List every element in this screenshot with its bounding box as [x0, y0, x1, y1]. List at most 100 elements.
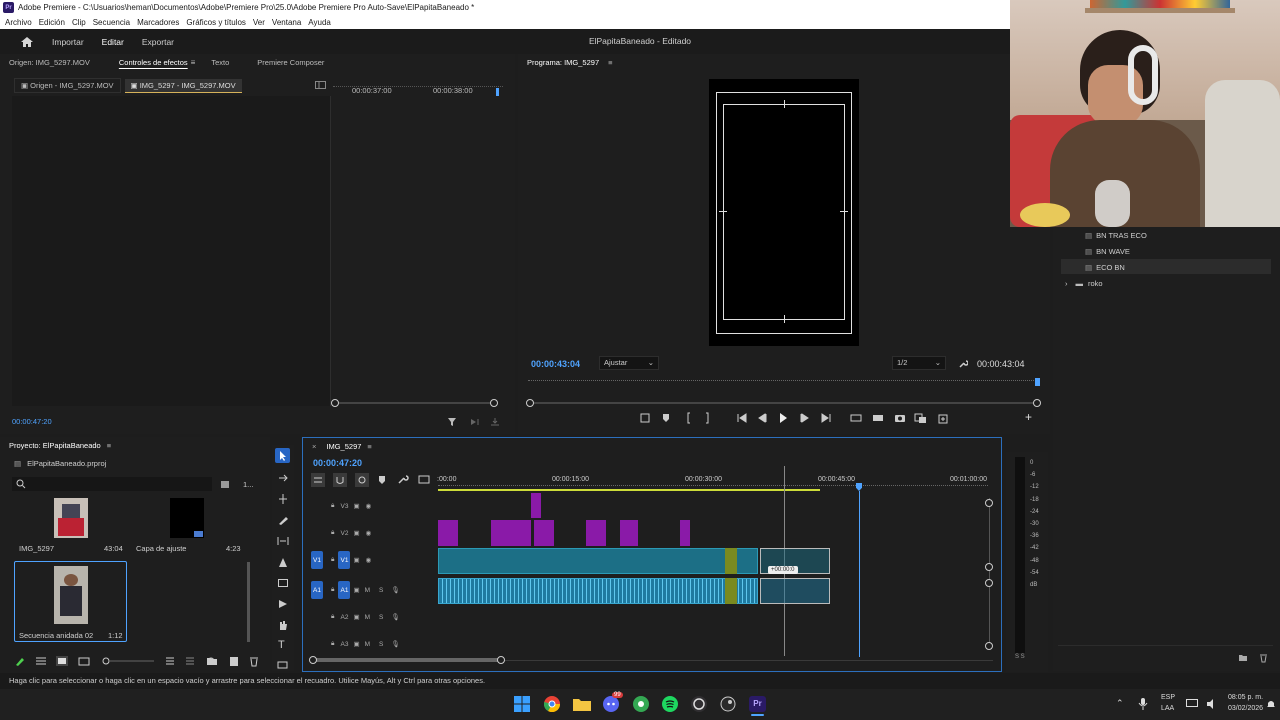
step-forward-icon[interactable] [800, 413, 809, 423]
meter-solo-buttons[interactable]: S S [1015, 654, 1025, 660]
add-marker-icon[interactable] [379, 476, 385, 484]
lock-icon[interactable]: 🔒︎ [331, 640, 334, 648]
effect-timecode[interactable]: 00:00:47:20 [12, 417, 52, 426]
thumbnail-adjustment-layer[interactable] [170, 498, 204, 538]
zoom-slider[interactable] [102, 657, 154, 665]
timeline-tracks-area[interactable]: +00:00:0 [438, 493, 988, 653]
sync-lock-icon[interactable]: ▣ [353, 502, 359, 510]
adjustment-clip[interactable] [531, 493, 541, 518]
scroll-handle[interactable] [985, 563, 993, 571]
timeline-playhead-handle[interactable] [856, 483, 862, 491]
chevron-up-icon[interactable]: ⌃ [1116, 698, 1124, 709]
track-select-icon[interactable] [277, 472, 289, 484]
project-title[interactable]: Proyecto: ElPapitaBaneado [9, 441, 101, 450]
adjustment-clip[interactable] [491, 520, 531, 546]
project-scrollbar[interactable] [247, 562, 250, 642]
horizontal-scrollbar[interactable] [313, 658, 503, 662]
sync-lock-icon[interactable]: ▣ [353, 529, 359, 537]
close-icon[interactable]: × [312, 442, 316, 451]
speaker-icon[interactable] [1206, 699, 1218, 709]
sequence-tab[interactable]: IMG_5297 [326, 442, 361, 451]
track-label-a1[interactable]: A1 [338, 581, 351, 599]
program-timecode[interactable]: 00:00:43:04 [531, 359, 580, 369]
menu-marcadores[interactable]: Marcadores [137, 18, 179, 27]
effect-playhead[interactable] [496, 88, 499, 96]
program-zoom-bar[interactable] [530, 402, 1036, 404]
lock-icon[interactable]: 🔒︎ [331, 556, 334, 564]
lock-icon[interactable]: 🔒︎ [331, 586, 334, 594]
scroll-handle[interactable] [985, 579, 993, 587]
snap-icon[interactable] [333, 473, 347, 487]
menu-lines-icon[interactable]: ≡ [608, 58, 612, 67]
clock-time[interactable]: 08:05 p. m. [1228, 694, 1263, 701]
microphone-icon[interactable]: 🎙︎ [391, 613, 399, 621]
sort-icon[interactable] [166, 657, 174, 665]
display-icon[interactable] [1186, 699, 1198, 709]
sync-lock-icon[interactable]: ▣ [353, 556, 359, 564]
folder-roko[interactable]: › ▬ roko [1065, 279, 1103, 288]
wrench-icon[interactable] [958, 359, 968, 369]
menu-graficos[interactable]: Gráficos y títulos [186, 18, 246, 27]
solo-button[interactable]: S [379, 641, 383, 648]
effect-preset-eco-bn[interactable]: ▤ ECO BN [1085, 263, 1125, 272]
zoom-handle-left[interactable] [526, 399, 534, 407]
export-frame-icon[interactable] [895, 415, 905, 422]
chrome-icon[interactable] [544, 696, 560, 712]
freeform-view-icon[interactable] [78, 657, 90, 666]
language-code[interactable]: ESP [1161, 694, 1175, 701]
captions-icon[interactable] [418, 475, 430, 484]
menu-clip[interactable]: Clip [72, 18, 86, 27]
filter-icon[interactable] [447, 417, 457, 427]
tab-importar[interactable]: Importar [52, 37, 84, 47]
lock-icon[interactable]: 🔒︎ [331, 529, 334, 537]
track-label-v3[interactable]: V3 [338, 497, 350, 515]
chrome-alt-icon[interactable] [633, 696, 649, 712]
eye-icon[interactable]: ◉ [366, 556, 372, 564]
spotify-icon[interactable] [662, 696, 678, 712]
add-button-icon[interactable]: + [1025, 410, 1032, 424]
solo-button[interactable]: S [379, 587, 383, 594]
timeline-ruler[interactable] [438, 485, 988, 488]
tab-texto[interactable]: Texto [211, 58, 229, 67]
zoom-handle-right[interactable] [1033, 399, 1041, 407]
obs-icon[interactable] [691, 696, 707, 712]
settings-icon[interactable] [938, 414, 950, 424]
step-back-icon[interactable] [758, 413, 767, 423]
microphone-icon[interactable]: 🎙︎ [391, 586, 399, 594]
sync-lock-icon[interactable]: ▣ [353, 613, 359, 621]
trash-icon[interactable] [250, 657, 258, 667]
new-bin-icon[interactable] [207, 658, 217, 665]
eye-icon[interactable]: ◉ [366, 529, 372, 537]
zoom-handle-left[interactable] [331, 399, 339, 407]
zoom-handle-right[interactable] [490, 399, 498, 407]
play-icon[interactable] [780, 413, 787, 423]
windows-start-icon[interactable] [514, 696, 530, 712]
file-explorer-icon[interactable] [573, 697, 591, 711]
discord-icon[interactable] [603, 696, 619, 712]
pencil-icon[interactable] [16, 658, 24, 666]
premiere-taskbar-icon[interactable]: Pr [749, 696, 766, 712]
fit-dropdown[interactable]: Ajustar ⌄ [599, 356, 659, 370]
timeline-timecode[interactable]: 00:00:47:20 [313, 458, 362, 468]
menu-lines-icon[interactable]: ≡ [367, 442, 371, 451]
program-ruler[interactable] [528, 380, 1038, 388]
automate-icon[interactable] [186, 657, 194, 665]
compare-icon[interactable] [914, 413, 926, 423]
rectangle-icon[interactable] [277, 577, 289, 589]
audio-clip-highlight[interactable] [725, 578, 737, 604]
adjustment-clip[interactable] [620, 520, 638, 546]
microphone-tray-icon[interactable] [1138, 698, 1148, 710]
mute-button[interactable]: M [365, 614, 370, 621]
mute-button[interactable]: M [365, 587, 370, 594]
track-label-a3[interactable]: A3 [338, 635, 350, 653]
thumbnail-img5297[interactable] [54, 498, 88, 538]
home-icon[interactable] [20, 36, 34, 48]
subtab-origen[interactable]: ▣ Origen - IMG_5297.MOV [14, 78, 121, 93]
clock-date[interactable]: 03/02/2026 [1228, 705, 1263, 712]
lock-icon[interactable]: 🔒︎ [331, 502, 334, 510]
mark-in-icon[interactable] [687, 412, 690, 424]
video-clip-highlight[interactable] [725, 548, 737, 574]
tab-editar[interactable]: Editar [102, 37, 124, 47]
new-item-icon[interactable] [230, 657, 238, 666]
track-label-a2[interactable]: A2 [338, 608, 350, 626]
